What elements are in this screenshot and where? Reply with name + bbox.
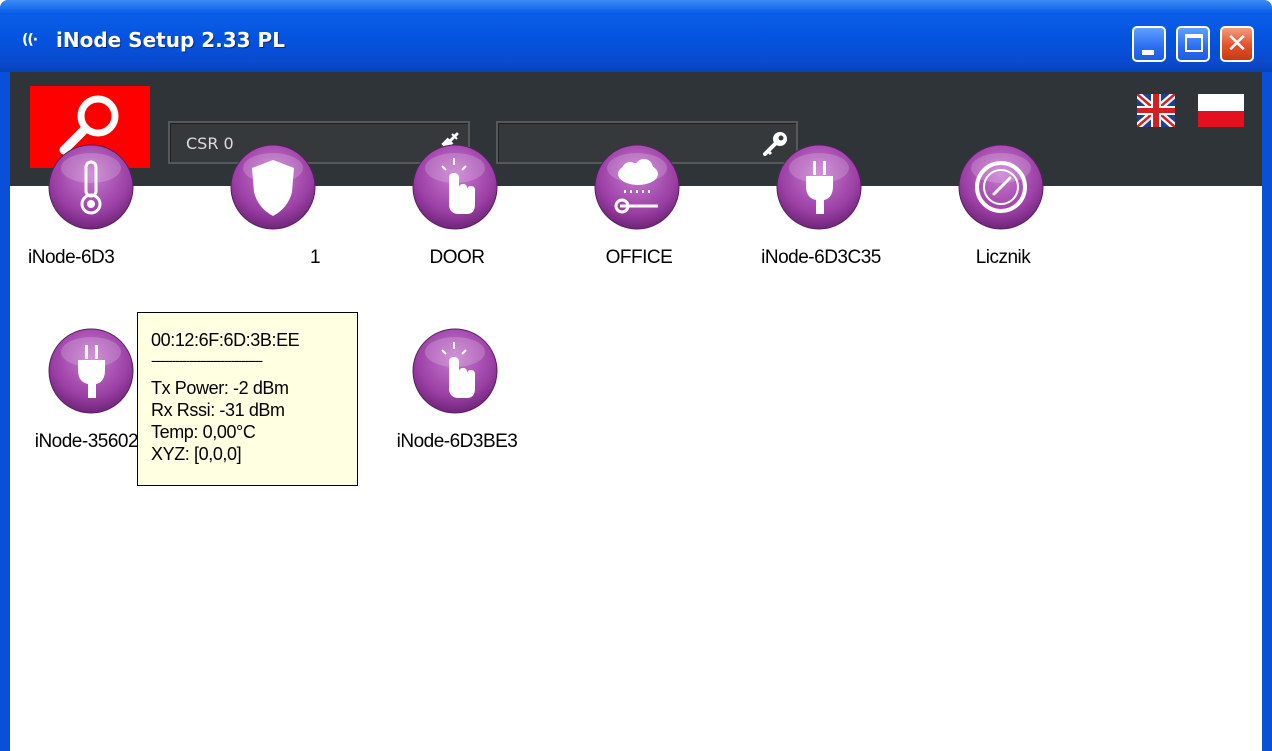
polish-flag-icon[interactable]: [1198, 94, 1244, 127]
plug-icon: [776, 144, 862, 230]
thermometer-icon: [48, 144, 134, 230]
window-title: iNode Setup 2.33 PL: [56, 28, 285, 52]
tooltip-rx-rssi: Rx Rssi: -31 dBm: [151, 400, 285, 420]
maximize-icon: [1185, 34, 1203, 52]
weather-icon: [594, 144, 680, 230]
app-window: ((· iNode Setup 2.33 PL ✕ CSR 0 iNode-6D…: [0, 0, 1272, 751]
device-item[interactable]: OFFICE: [554, 144, 724, 304]
device-label: DOOR: [429, 247, 486, 268]
touch-icon: [412, 144, 498, 230]
device-label: 1: [310, 247, 321, 268]
device-item[interactable]: 1: [190, 144, 360, 304]
tooltip-separator: --------------------------------: [151, 352, 263, 368]
app-signal-icon: ((·: [22, 32, 38, 48]
english-flag-icon[interactable]: [1137, 94, 1175, 127]
title-bar[interactable]: ((· iNode Setup 2.33 PL ✕: [0, 0, 1272, 72]
device-item[interactable]: iNode-6D3BE3: [372, 328, 542, 488]
tooltip-tx-power: Tx Power: -2 dBm: [151, 378, 289, 398]
device-label: Licznik: [975, 247, 1031, 268]
plug-icon: [48, 328, 134, 414]
minimize-icon: [1142, 50, 1154, 55]
device-label: iNode-6D3C35: [761, 247, 881, 268]
device-label: iNode-6D3BE3: [396, 431, 518, 452]
tooltip-mac: 00:12:6F:6D:3B:EE: [151, 330, 300, 350]
minimize-button[interactable]: [1132, 26, 1166, 62]
device-label: iNode-6D3: [28, 247, 115, 268]
tooltip-xyz: XYZ: [0,0,0]: [151, 444, 242, 464]
shield-icon: [230, 144, 316, 230]
maximize-button[interactable]: [1176, 26, 1210, 62]
main-area: CSR 0 iNode-6D3 1 DOOR OFFICE iNode-6D3C…: [10, 72, 1262, 751]
close-icon: ✕: [1226, 29, 1248, 59]
device-item[interactable]: iNode-6D3C35: [736, 144, 906, 304]
tooltip-temp: Temp: 0,00°C: [151, 422, 256, 442]
meter-icon: [958, 144, 1044, 230]
device-item[interactable]: iNode-6D3: [8, 144, 178, 304]
touch-icon: [412, 328, 498, 414]
device-item[interactable]: Licznik: [918, 144, 1088, 304]
close-button[interactable]: ✕: [1220, 26, 1254, 62]
device-item[interactable]: DOOR: [372, 144, 542, 304]
device-tooltip: 00:12:6F:6D:3B:EE ----------------------…: [137, 312, 358, 486]
device-label: OFFICE: [605, 247, 673, 268]
